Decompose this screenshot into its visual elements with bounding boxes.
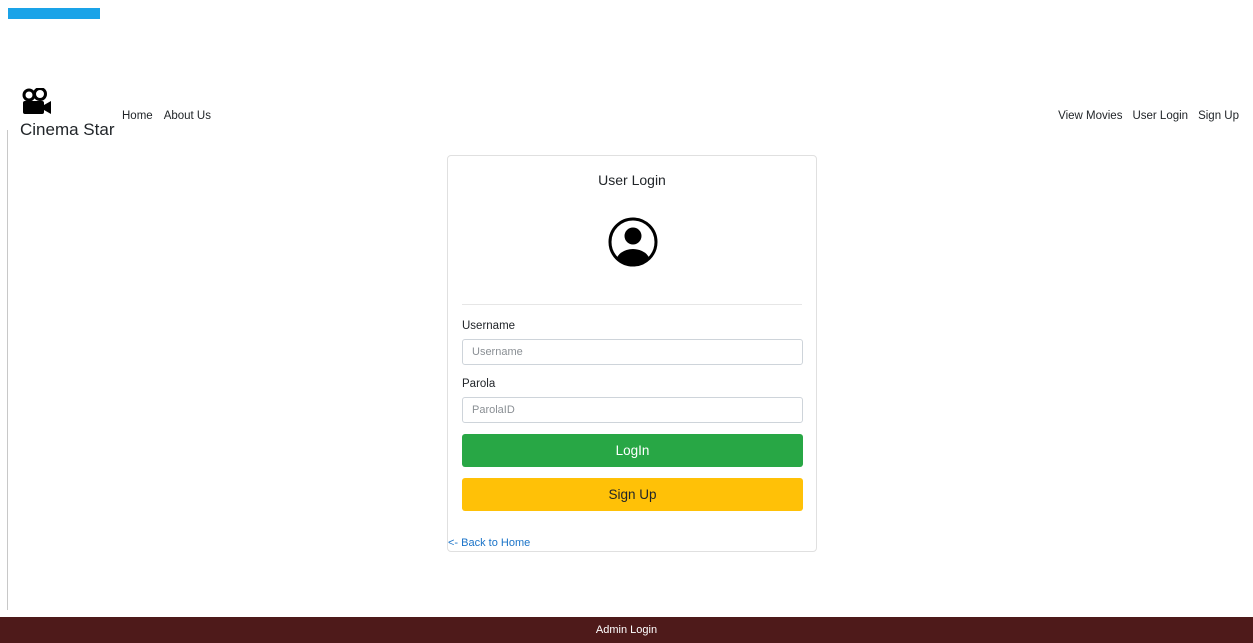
username-label: Username	[462, 320, 516, 332]
nav-about-us-link[interactable]: About Us	[164, 110, 211, 122]
footer: Admin Login	[0, 617, 1253, 643]
back-to-home-link[interactable]: <- Back to Home	[448, 537, 530, 549]
card-title: User Login	[598, 172, 666, 188]
username-input[interactable]	[462, 339, 803, 365]
nav-right: View Movies User Login Sign Up	[1058, 110, 1239, 122]
left-border-line	[7, 130, 8, 610]
nav-user-login-link[interactable]: User Login	[1132, 110, 1188, 122]
nav-home-link[interactable]: Home	[122, 110, 153, 122]
admin-login-link[interactable]: Admin Login	[596, 624, 657, 636]
signup-button[interactable]: Sign Up	[462, 478, 803, 511]
movie-camera-icon	[22, 88, 51, 114]
page: Cinema Star Home About Us View Movies Us…	[0, 0, 1253, 643]
brand-name: Cinema Star	[20, 120, 115, 139]
nav-view-movies-link[interactable]: View Movies	[1058, 110, 1122, 122]
password-label: Parola	[462, 378, 496, 390]
card-divider	[462, 304, 802, 305]
login-button[interactable]: LogIn	[462, 434, 803, 467]
top-accent-bar	[8, 8, 100, 19]
login-card: User Login Username Parola LogIn Sign Up…	[447, 155, 817, 552]
nav-sign-up-link[interactable]: Sign Up	[1198, 110, 1239, 122]
password-input[interactable]	[462, 397, 803, 423]
brand-logo-link[interactable]: Cinema Star	[20, 88, 120, 140]
user-circle-icon	[608, 217, 658, 267]
nav-left: Home About Us	[122, 110, 211, 122]
